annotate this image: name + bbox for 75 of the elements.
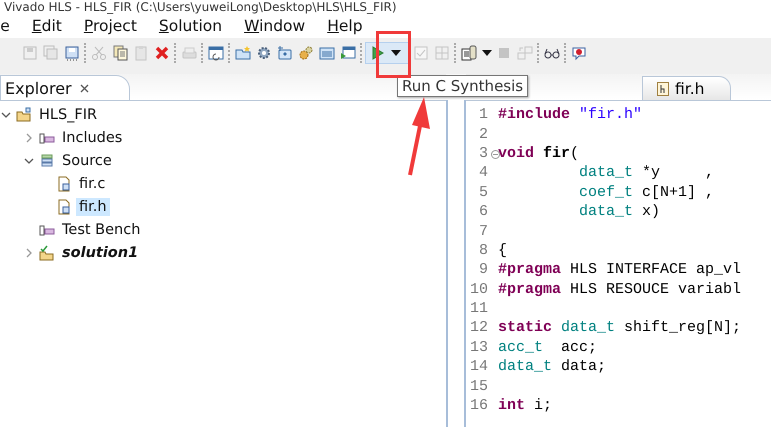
explorer-tab[interactable]: Explorer <box>0 75 130 100</box>
project-folder-icon <box>16 106 32 122</box>
compare-icon <box>516 45 532 61</box>
delete-icon <box>154 45 170 61</box>
caret-icon[interactable] <box>391 50 401 56</box>
grid-icon <box>434 45 450 61</box>
tree-item[interactable]: solution1 <box>59 244 142 262</box>
code-line: coef_t c[N+1] , <box>578 184 714 201</box>
tooltip: Run C Synthesis <box>397 75 528 97</box>
line-number: 1 <box>478 106 489 124</box>
disks-icon <box>42 45 58 61</box>
caret-icon[interactable] <box>482 50 492 56</box>
folder-icon <box>234 45 250 61</box>
gear-icon <box>256 45 272 61</box>
menu-item[interactable]: le <box>0 17 10 35</box>
line-number: 11 <box>468 300 489 318</box>
line-number: 13 <box>468 338 489 356</box>
code-line: data_t *y , <box>578 164 714 182</box>
menu-item[interactable]: Help <box>327 17 363 35</box>
line-number: 3 <box>466 144 498 162</box>
code-line: { <box>498 242 508 259</box>
printer-icon <box>180 45 196 61</box>
speech-bubble-icon <box>570 45 586 61</box>
line-number: 12 <box>468 319 489 336</box>
window-icon <box>208 45 224 61</box>
code-line: acc_t acc; <box>498 338 598 356</box>
line-number: 5 <box>478 184 489 201</box>
chip-icon <box>276 45 292 61</box>
tree-item[interactable]: fir.h <box>76 198 110 216</box>
menu-item[interactable]: Edit <box>32 17 62 35</box>
highlight-frame <box>376 31 411 78</box>
code-line: #pragma HLS INTERFACE ap_vl <box>498 261 742 278</box>
folder-check-icon <box>39 244 55 260</box>
menu-item[interactable]: Window <box>244 17 306 35</box>
file-icon <box>56 176 72 192</box>
menu-item[interactable]: Solution <box>158 17 222 35</box>
editor-tab[interactable]: fir.h <box>642 76 732 100</box>
collapse-icon[interactable] <box>491 150 500 159</box>
run-button[interactable] <box>365 42 409 64</box>
line-number: 9 <box>478 261 489 278</box>
code-line: void fir( <box>498 144 580 162</box>
header-file-icon <box>657 82 669 96</box>
line-number: 10 <box>468 280 489 298</box>
line-number: 6 <box>478 203 489 220</box>
code-line: static data_t shift_reg[N]; <box>498 319 742 336</box>
code-line: #include "fir.h" <box>498 106 642 124</box>
code-line: int i; <box>498 397 552 414</box>
line-number: 8 <box>478 242 489 259</box>
copy-icon <box>112 45 128 61</box>
clipboard-icon <box>132 45 148 61</box>
stack-icon <box>39 152 55 168</box>
code-line: data_t x) <box>578 203 660 220</box>
tree-item[interactable]: Source <box>59 152 115 170</box>
document-icon <box>460 45 476 61</box>
scissors-icon <box>90 45 106 61</box>
checkbox-icon <box>412 45 428 61</box>
panel-icon <box>318 45 334 61</box>
line-number: 15 <box>468 378 489 395</box>
window-title: Vivado HLS - HLS_FIR (C:\Users\yuweiLong\Desktop\HLS\HLS_FIR) <box>3 0 398 14</box>
code-line: data_t data; <box>498 358 606 376</box>
line-number: 14 <box>468 358 489 376</box>
line-number: 2 <box>478 126 489 143</box>
window-run-icon <box>340 45 356 61</box>
menu-item[interactable]: Project <box>84 17 137 35</box>
tree-item[interactable]: fir.c <box>76 174 108 192</box>
gears-icon <box>298 45 314 61</box>
tree-item[interactable]: HLS_FIR <box>36 106 100 124</box>
close-icon[interactable] <box>80 84 89 92</box>
tree-item[interactable]: Test Bench <box>59 220 144 238</box>
line-number: 4 <box>478 164 489 182</box>
file-icon <box>56 198 72 214</box>
tree-item[interactable]: Includes <box>59 128 126 146</box>
code-line: #pragma HLS RESOUCE variabl <box>498 280 742 298</box>
line-number: 16 <box>468 397 489 414</box>
line-number: 7 <box>478 222 489 240</box>
